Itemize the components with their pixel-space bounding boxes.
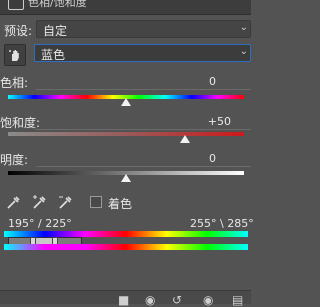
view-previous-icon[interactable]: ◉ bbox=[145, 293, 155, 307]
range-left-readout: 195° / 225° bbox=[8, 217, 72, 230]
eyedropper-icon[interactable] bbox=[6, 194, 22, 210]
colorize-checkbox[interactable] bbox=[90, 196, 102, 208]
channel-value: 蓝色 bbox=[41, 48, 66, 62]
panel-title: 色相/饱和度 bbox=[28, 0, 87, 9]
reset-icon[interactable]: ↺ bbox=[172, 293, 182, 307]
lightness-slider-thumb[interactable] bbox=[121, 174, 131, 182]
preset-dropdown[interactable]: 自定 ⌄ bbox=[36, 20, 251, 38]
saturation-label: 饱和度: bbox=[0, 116, 41, 130]
hue-value[interactable]: 0 bbox=[176, 75, 216, 88]
lightness-label: 明度: bbox=[0, 153, 29, 167]
hue-value-underline bbox=[36, 89, 251, 90]
saturation-slider-track[interactable] bbox=[8, 132, 244, 136]
colorize-label: 着色 bbox=[108, 197, 133, 211]
output-color-bar bbox=[4, 244, 248, 250]
clip-to-layer-icon[interactable]: ■ bbox=[118, 293, 129, 307]
eyedropper-minus-icon[interactable] bbox=[58, 194, 74, 210]
saturation-slider-thumb[interactable] bbox=[180, 135, 190, 143]
bottom-toolbar: ■ ◉ ↺ ◉ ▤ bbox=[0, 290, 251, 307]
chevron-down-icon: ⌄ bbox=[239, 46, 248, 57]
target-hand-icon[interactable] bbox=[4, 44, 26, 66]
panel-title-bar: 色相/饱和度 bbox=[0, 0, 251, 15]
hue-label: 色相: bbox=[0, 76, 29, 90]
adjustment-layer-icon bbox=[8, 0, 24, 10]
hue-slider-thumb[interactable] bbox=[121, 98, 131, 106]
range-right-readout: 255° \ 285° bbox=[190, 217, 254, 230]
trash-icon[interactable]: ▤ bbox=[232, 293, 243, 307]
saturation-value-underline bbox=[36, 129, 251, 130]
lightness-value-underline bbox=[36, 166, 251, 167]
visibility-eye-icon[interactable]: ◉ bbox=[203, 293, 213, 307]
preset-value: 自定 bbox=[43, 24, 68, 38]
eyedropper-plus-icon[interactable] bbox=[32, 194, 48, 210]
lightness-value[interactable]: 0 bbox=[176, 152, 216, 165]
chevron-down-icon: ⌄ bbox=[239, 22, 248, 33]
saturation-value[interactable]: +50 bbox=[191, 115, 231, 128]
preset-label: 预设: bbox=[4, 24, 33, 38]
channel-dropdown[interactable]: 蓝色 ⌄ bbox=[34, 44, 251, 62]
